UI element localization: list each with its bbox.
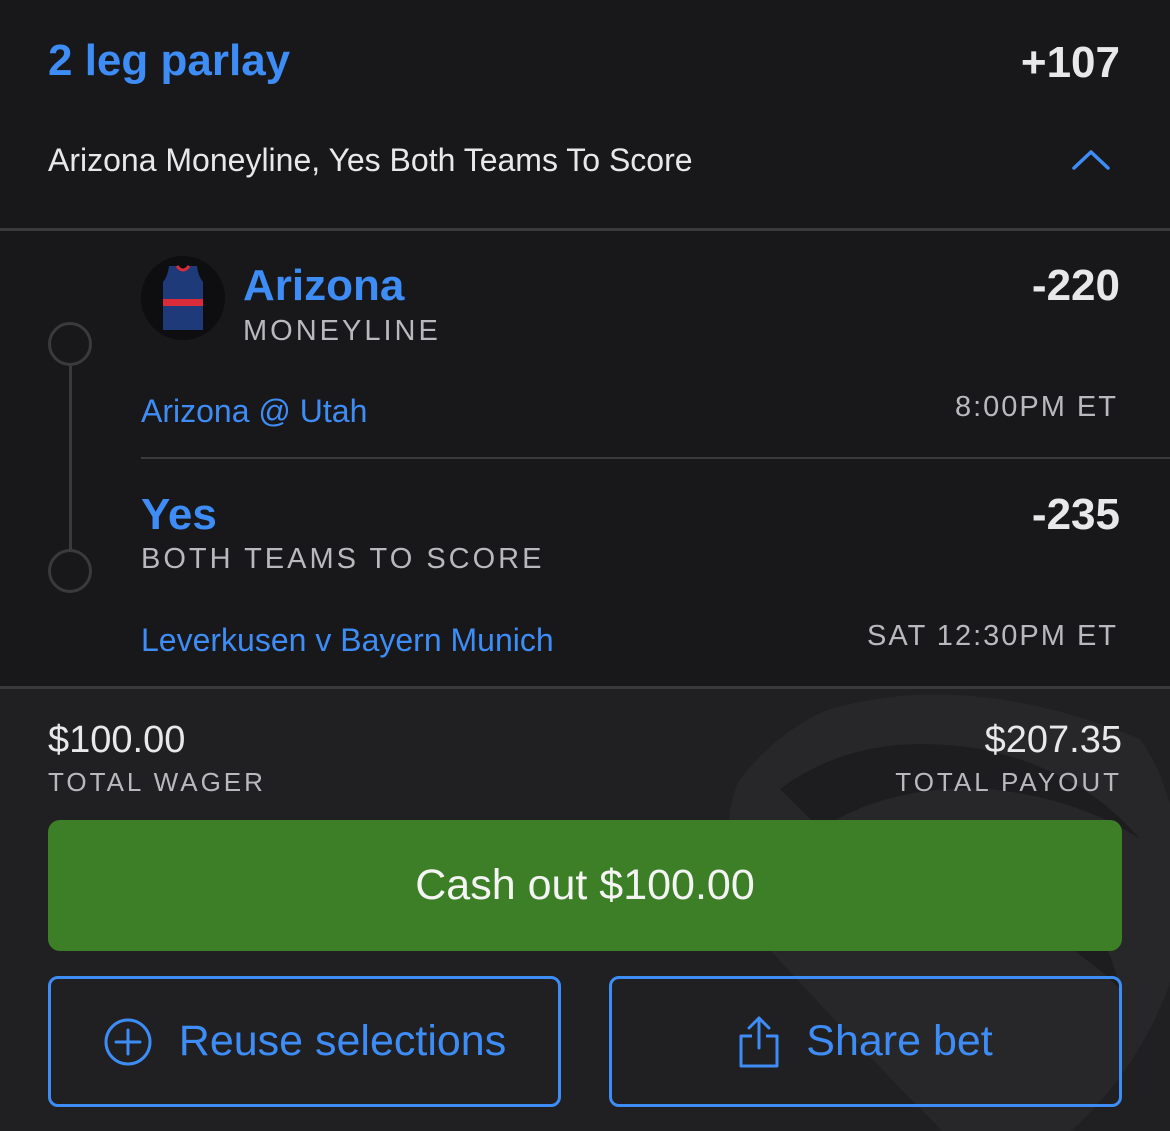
reuse-selections-label: Reuse selections xyxy=(178,1017,507,1065)
cash-out-button[interactable]: Cash out $100.00 xyxy=(48,820,1122,951)
leg-odds: -235 xyxy=(1031,490,1120,539)
plus-circle-icon xyxy=(103,1017,153,1067)
parlay-title: 2 leg parlay xyxy=(48,36,291,85)
total-wager-amount: $100.00 xyxy=(48,719,186,761)
leg-selection: Arizona xyxy=(243,261,405,310)
jersey-icon xyxy=(141,256,225,340)
leg-odds: -220 xyxy=(1031,261,1120,310)
timeline-connector xyxy=(69,366,72,572)
share-icon xyxy=(738,1016,780,1068)
timeline-dot-leg-1 xyxy=(48,322,92,366)
parlay-odds: +107 xyxy=(1020,38,1120,87)
share-bet-label: Share bet xyxy=(806,1017,993,1065)
bet-card-footer: $100.00 TOTAL WAGER $207.35 TOTAL PAYOUT… xyxy=(0,689,1170,1131)
cash-out-label: Cash out $100.00 xyxy=(415,861,755,909)
share-bet-button[interactable]: Share bet xyxy=(609,976,1122,1107)
total-payout-label: TOTAL PAYOUT xyxy=(895,767,1122,797)
chevron-up-icon[interactable] xyxy=(1070,144,1112,174)
total-payout-amount: $207.35 xyxy=(984,719,1122,761)
leg-start-time: SAT 12:30PM ET xyxy=(867,620,1118,652)
timeline-dot-leg-2 xyxy=(48,549,92,593)
bet-card-header: 2 leg parlay +107 Arizona Moneyline, Yes… xyxy=(0,0,1170,228)
reuse-selections-button[interactable]: Reuse selections xyxy=(48,976,561,1107)
total-wager-label: TOTAL WAGER xyxy=(48,767,266,797)
leg-event-link[interactable]: Arizona @ Utah xyxy=(141,393,367,430)
leg-selection: Yes xyxy=(141,490,217,539)
leg-market: BOTH TEAMS TO SCORE xyxy=(141,543,545,575)
parlay-summary: Arizona Moneyline, Yes Both Teams To Sco… xyxy=(48,142,693,178)
leg-market: MONEYLINE xyxy=(243,315,441,347)
parlay-legs: Arizona MONEYLINE -220 Arizona @ Utah 8:… xyxy=(0,231,1170,686)
leg-start-time: 8:00PM ET xyxy=(954,391,1118,423)
leg-event-link[interactable]: Leverkusen v Bayern Munich xyxy=(141,622,554,659)
leg-divider xyxy=(141,457,1170,459)
